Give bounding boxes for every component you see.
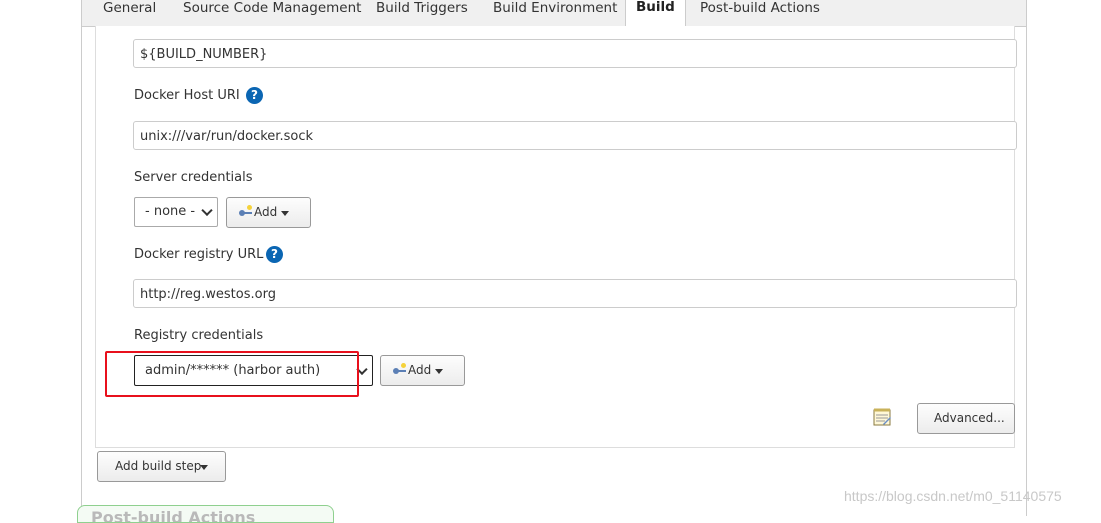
docker-registry-url-label: Docker registry URL (134, 247, 264, 262)
dropdown-arrow-icon (435, 369, 443, 374)
dropdown-arrow-icon (281, 211, 289, 216)
tab-build[interactable]: Build (625, 0, 686, 26)
post-build-actions-header: Post-build Actions (77, 505, 334, 523)
tab-build-environment[interactable]: Build Environment (493, 0, 617, 26)
cut-off-label (121, 20, 133, 28)
advanced-button[interactable]: Advanced... (917, 403, 1015, 434)
add-build-step-button[interactable]: Add build step (97, 451, 226, 482)
key-icon (239, 205, 253, 217)
config-page: General Source Code Management Build Tri… (81, 0, 1027, 516)
advanced-button-label: Advanced... (934, 411, 1005, 425)
docker-host-uri-field[interactable]: unix:///var/run/docker.sock (133, 121, 1017, 150)
highlight-annotation-box (105, 351, 359, 397)
add-build-step-label: Add build step (115, 459, 202, 473)
key-icon (393, 363, 407, 375)
tab-source-code-management[interactable]: Source Code Management (183, 0, 361, 26)
server-credentials-selected: - none - (145, 204, 196, 219)
registry-credentials-add-button[interactable]: Add (380, 355, 465, 386)
docker-host-uri-label: Docker Host URI (134, 88, 240, 103)
server-credentials-add-button[interactable]: Add (226, 197, 311, 228)
add-button-label: Add (408, 363, 432, 377)
server-credentials-select[interactable]: - none - (134, 197, 218, 227)
docker-registry-url-help-icon[interactable]: ? (266, 246, 283, 263)
tag-field[interactable]: ${BUILD_NUMBER} (133, 39, 1017, 68)
tab-post-build-actions[interactable]: Post-build Actions (700, 0, 820, 26)
config-tabbar: General Source Code Management Build Tri… (82, 0, 1026, 27)
notepad-icon (873, 408, 891, 426)
registry-credentials-label: Registry credentials (134, 328, 264, 343)
tab-build-triggers[interactable]: Build Triggers (376, 0, 468, 26)
server-credentials-label: Server credentials (134, 170, 253, 185)
dropdown-arrow-icon (200, 465, 208, 470)
watermark-text: https://blog.csdn.net/m0_51140575 (844, 488, 1062, 504)
chevron-down-icon (201, 204, 213, 217)
docker-registry-url-field[interactable]: http://reg.westos.org (133, 279, 1017, 308)
docker-host-uri-help-icon[interactable]: ? (246, 87, 263, 104)
add-button-label: Add (254, 205, 278, 219)
